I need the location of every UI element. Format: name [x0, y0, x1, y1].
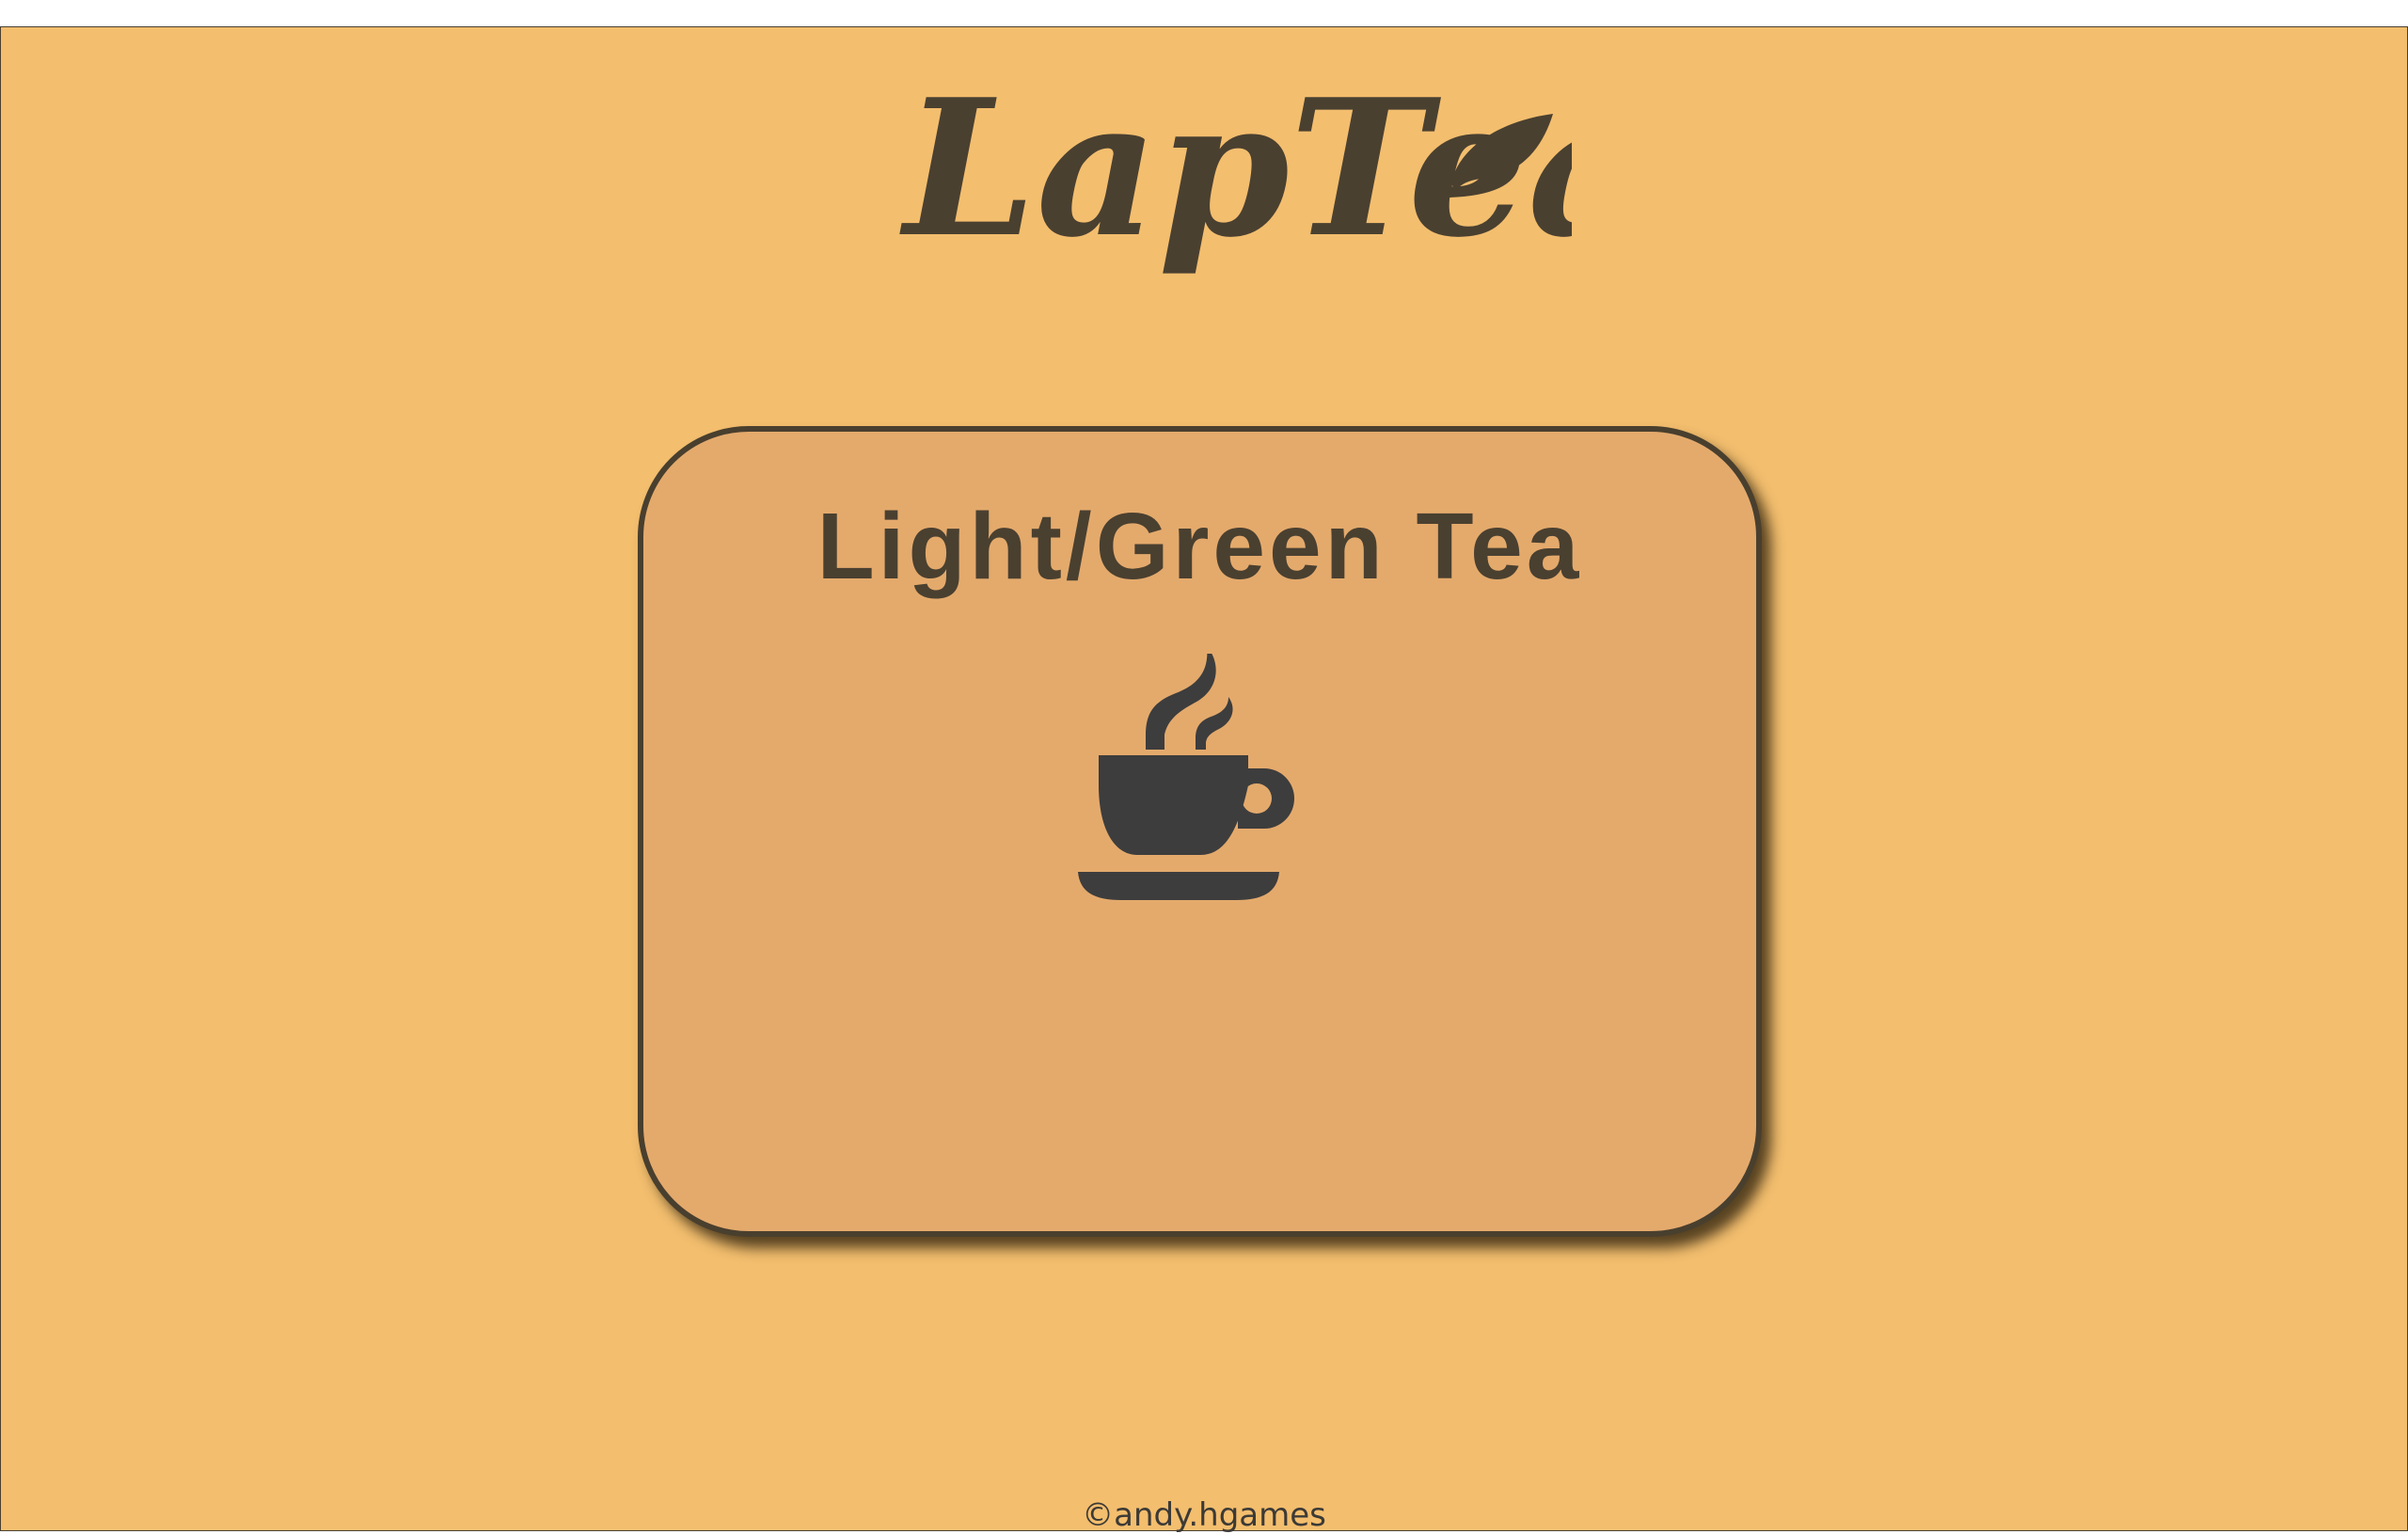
tea-selection-card[interactable]: Light/Green Tea [638, 426, 1762, 1237]
copyright-footer: ©andy.hgames [1082, 1496, 1326, 1534]
laptea-logo: LapTea [899, 58, 1572, 279]
tea-cup-icon [1078, 654, 1294, 900]
card-title: Light/Green Tea [816, 494, 1583, 599]
app-screen: LapTea Light/Green Tea ©andy.hgames [0, 26, 2408, 1534]
